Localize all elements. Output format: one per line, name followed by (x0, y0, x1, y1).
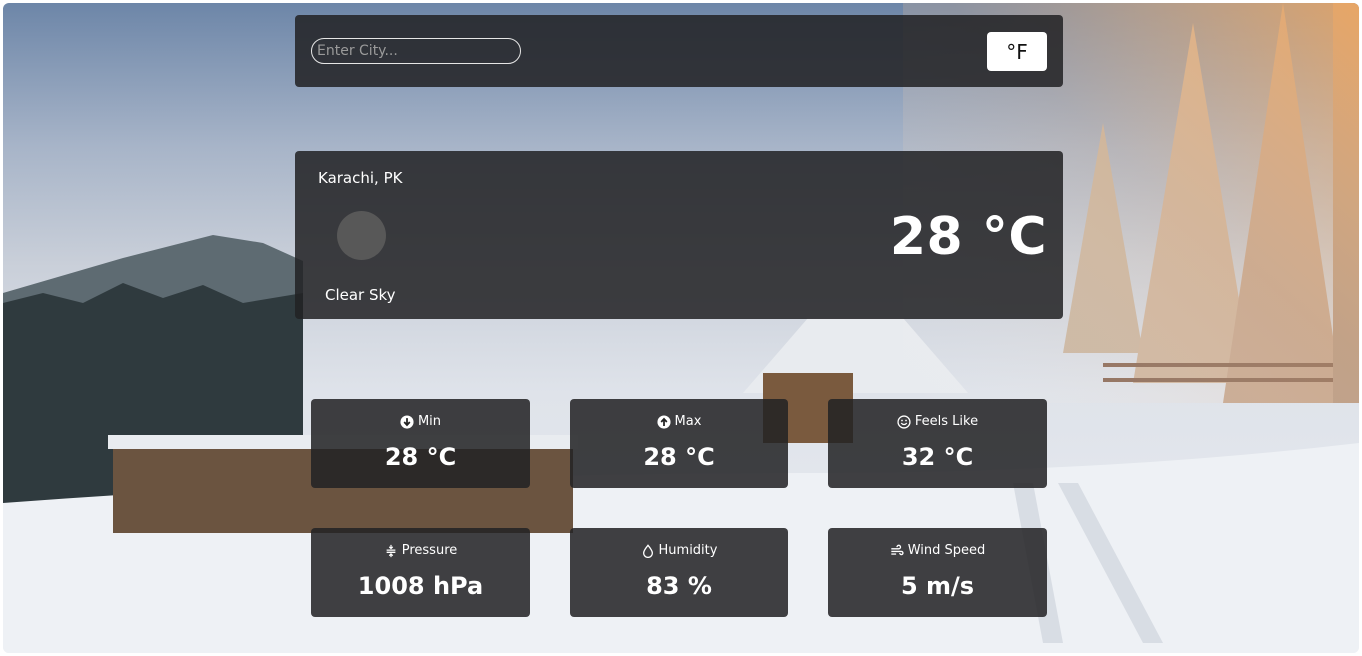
weather-condition-icon (337, 211, 386, 260)
stat-label: Min (417, 414, 442, 429)
stat-label: Humidity (658, 543, 718, 558)
location-label: Karachi, PK (318, 169, 403, 187)
stat-label: Max (674, 414, 702, 429)
stat-value: 32 °C (901, 443, 974, 471)
pressure-icon (386, 544, 396, 557)
unit-toggle-button[interactable]: °F (987, 32, 1047, 71)
stat-card-feels-like: Feels Like 32 °C (828, 399, 1047, 488)
smiley-icon (897, 414, 911, 429)
stat-card-wind-speed: Wind Speed 5 m/s (828, 528, 1047, 617)
city-search-input[interactable] (311, 38, 521, 64)
stat-value: 28 °C (384, 443, 457, 471)
stat-label: Feels Like (914, 414, 979, 429)
weather-description: Clear Sky (325, 286, 396, 304)
search-bar-panel: °F (295, 15, 1063, 87)
stat-card-pressure: Pressure 1008 hPa (311, 528, 530, 617)
stat-value: 1008 hPa (357, 572, 484, 600)
stat-label: Pressure (401, 543, 458, 558)
stat-card-humidity: Humidity 83 % (570, 528, 788, 617)
stat-value: 83 % (646, 572, 712, 600)
stat-value: 28 °C (643, 443, 715, 471)
stat-card-min: Min 28 °C (311, 399, 530, 488)
wind-icon (891, 544, 904, 555)
stat-card-max: Max 28 °C (570, 399, 788, 488)
droplet-icon (642, 543, 653, 558)
stat-label: Wind Speed (907, 543, 986, 558)
current-weather-panel: Karachi, PK Clear Sky 28 °C (295, 151, 1063, 319)
current-temperature: 28 °C (889, 207, 1047, 267)
stat-value: 5 m/s (900, 572, 975, 600)
arrow-down-circle-icon (400, 414, 414, 429)
arrow-up-circle-icon (656, 414, 671, 429)
